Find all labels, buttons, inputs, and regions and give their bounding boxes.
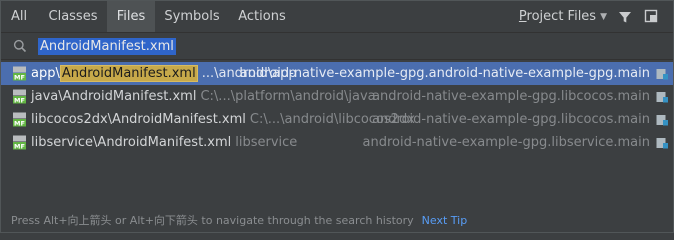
- search-input[interactable]: [39, 36, 639, 56]
- tab-bar: All Classes Files Symbols Actions Projec…: [1, 1, 673, 32]
- result-name: libservice\AndroidManifest.xml libservice: [31, 131, 297, 154]
- result-name-text: libservice\AndroidManifest.xml: [31, 135, 232, 150]
- svg-text:MF: MF: [14, 73, 25, 81]
- svg-text:MF: MF: [14, 96, 25, 104]
- tab-files[interactable]: Files: [107, 1, 155, 32]
- result-name-text: java\AndroidManifest.xml: [31, 89, 197, 104]
- scope-label: roject Files: [526, 9, 597, 24]
- tab-actions[interactable]: Actions: [230, 1, 294, 32]
- result-path: C:\...\platform\android\java: [200, 89, 376, 104]
- result-row[interactable]: MF app\ AndroidManifest.xml ...\android\ap…: [1, 62, 673, 85]
- chevron-down-icon: ▼: [600, 12, 607, 22]
- search-history-hint: Press Alt+向上箭头 or Alt+向下箭头 to navigate t…: [11, 214, 414, 227]
- module-folder-icon: [656, 115, 668, 126]
- manifest-file-icon: MF: [13, 135, 26, 150]
- result-path: libservice: [235, 135, 298, 150]
- next-tip-link[interactable]: Next Tip: [422, 214, 468, 227]
- result-module: android-native-example-gpg.libcocos.main: [372, 112, 650, 127]
- result-name-text: libcocos2dx\AndroidManifest.xml: [31, 112, 246, 127]
- tab-symbols[interactable]: Symbols: [157, 1, 227, 32]
- result-name: java\AndroidManifest.xml C:\...\platform\…: [31, 85, 376, 108]
- result-name-prefix: app\: [31, 66, 60, 81]
- result-row[interactable]: MF libcocos2dx\AndroidManifest.xml C:\...…: [1, 108, 673, 131]
- svg-text:MF: MF: [14, 119, 25, 127]
- scope-label-mnemonic: P: [518, 9, 527, 24]
- result-name: libcocos2dx\AndroidManifest.xml C:\...\an…: [31, 108, 415, 131]
- search-row: AndroidManifest.xml: [1, 33, 673, 59]
- filter-icon[interactable]: [618, 10, 632, 24]
- pin-window-icon[interactable]: [644, 9, 658, 23]
- match-highlight: AndroidManifest.xml: [59, 65, 198, 82]
- results-list: MF app\ AndroidManifest.xml ...\android\ap…: [1, 60, 673, 204]
- tab-all[interactable]: All: [3, 1, 35, 32]
- result-row[interactable]: MF libservice\AndroidManifest.xml libserv…: [1, 131, 673, 154]
- footer-hint: Press Alt+向上箭头 or Alt+向下箭头 to navigate t…: [11, 209, 467, 232]
- manifest-file-icon: MF: [13, 66, 26, 81]
- result-row[interactable]: MF java\AndroidManifest.xml C:\...\platfo…: [1, 85, 673, 108]
- result-module: android-native-example-gpg.android-nativ…: [239, 66, 650, 81]
- manifest-file-icon: MF: [13, 112, 26, 127]
- module-folder-icon: [656, 92, 668, 103]
- search-everywhere-popup: All Classes Files Symbols Actions Projec…: [0, 0, 674, 233]
- search-icon: [13, 39, 27, 53]
- module-folder-icon: [656, 138, 668, 149]
- manifest-file-icon: MF: [13, 89, 26, 104]
- tab-classes[interactable]: Classes: [41, 1, 105, 32]
- footer-hint-bar: Press Alt+向上箭头 or Alt+向下箭头 to navigate t…: [1, 209, 673, 232]
- module-folder-icon: [656, 69, 668, 80]
- result-module: android-native-example-gpg.libservice.ma…: [362, 135, 650, 150]
- svg-text:MF: MF: [14, 142, 25, 150]
- result-module: android-native-example-gpg.libcocos.main: [372, 89, 650, 104]
- scope-dropdown[interactable]: Project Files ▼: [519, 1, 607, 32]
